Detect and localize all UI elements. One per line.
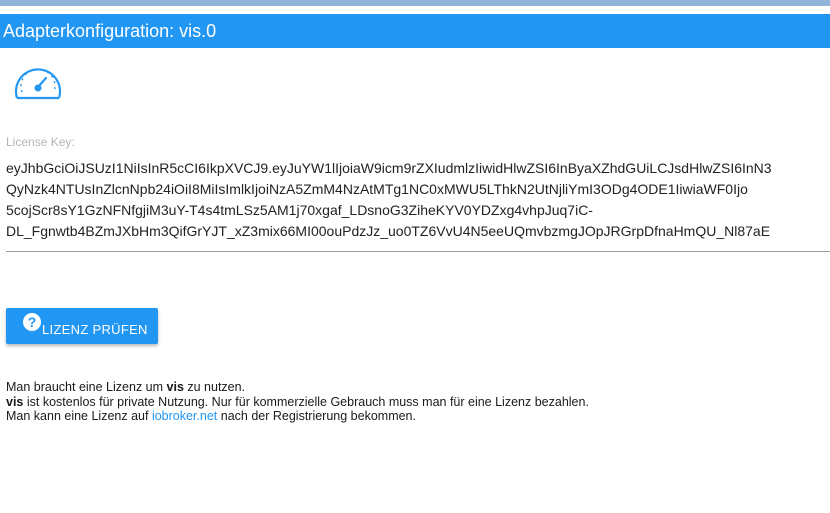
info-line-3-post: nach der Registrierung bekommen. (217, 409, 416, 423)
license-key-input[interactable]: eyJhbGciOiJSUzI1NiIsInR5cCI6IkpXVCJ9.eyJ… (6, 158, 830, 244)
help-circle-icon: ? (23, 313, 41, 331)
top-strip (0, 0, 830, 6)
info-line-2: vis ist kostenlos für private Nutzung. N… (6, 395, 589, 410)
dialog-title: Adapterkonfiguration: vis.0 (0, 14, 830, 48)
license-key-label: License Key: (6, 135, 75, 149)
info-line-2-bold: vis (6, 394, 24, 409)
check-license-button[interactable]: ? LIZENZ PRÜFEN (6, 308, 158, 344)
license-key-underline (6, 251, 830, 252)
info-line-1-post: zu nutzen. (183, 380, 246, 394)
check-license-label: LIZENZ PRÜFEN (42, 321, 148, 337)
iobroker-link[interactable]: iobroker.net (152, 409, 217, 423)
info-line-2-post: ist kostenlos für private Nutzung. Nur f… (23, 394, 589, 409)
license-key-line: 5cojScr8sY1GzNFNfgjiM3uY-T4s4tmLSz5AM1j7… (6, 202, 593, 218)
license-key-line: DL_Fgnwtb4BZmJXbHm3QifGrYJT_xZ3mix66MI00… (6, 223, 771, 239)
license-info-text: Man braucht eine Lizenz um vis zu nutzen… (6, 380, 589, 424)
info-line-3-pre: Man kann eine Lizenz auf (6, 409, 152, 423)
speedometer-icon (13, 60, 63, 100)
info-line-3: Man kann eine Lizenz auf iobroker.net na… (6, 409, 589, 424)
info-line-1-bold: vis (166, 380, 184, 394)
info-line-1: Man braucht eine Lizenz um vis zu nutzen… (6, 380, 589, 395)
license-key-line: QyNzk4NTUsInZlcnNpb24iOiI8MiIsImlkIjoiNz… (6, 181, 748, 197)
info-line-1-pre: Man braucht eine Lizenz um (6, 380, 167, 394)
license-key-line: eyJhbGciOiJSUzI1NiIsInR5cCI6IkpXVCJ9.eyJ… (6, 160, 772, 176)
